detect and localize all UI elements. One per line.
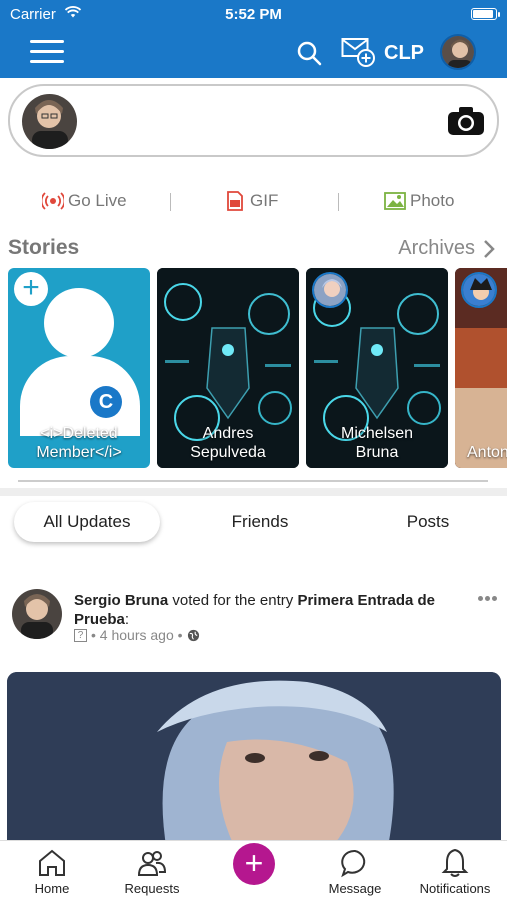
home-icon <box>39 849 65 876</box>
nav-message[interactable]: Message <box>305 847 405 896</box>
story-name-line: <i>Deleted <box>40 425 118 442</box>
photo-button[interactable]: Photo <box>384 191 454 211</box>
divider <box>18 480 488 482</box>
brand-label[interactable]: CLP <box>384 42 424 65</box>
feed-author-link[interactable]: Sergio Bruna <box>74 592 168 609</box>
story-name: Michelsen Bruna <box>306 424 448 462</box>
feed-activity-text: Sergio Bruna voted for the entry Primera… <box>74 591 454 629</box>
go-live-label: Go Live <box>68 191 127 210</box>
archives-link[interactable]: Archives <box>398 237 495 260</box>
nav-requests-label: Requests <box>124 881 180 896</box>
gif-button[interactable]: GIF <box>224 191 278 211</box>
separator <box>338 193 339 211</box>
story-name: Andres Sepulveda <box>157 424 299 462</box>
nav-message-label: Message <box>328 881 382 896</box>
go-live-button[interactable]: Go Live <box>42 191 127 211</box>
chevron-right-icon <box>484 239 495 258</box>
story-name-line: Member</i> <box>36 444 122 461</box>
tab-posts[interactable]: Posts <box>360 502 496 542</box>
menu-icon[interactable] <box>30 40 64 64</box>
top-bar: Carrier 5:52 PM CLP <box>0 0 507 78</box>
more-options-icon[interactable] <box>478 588 500 601</box>
story-name: <i>Deleted Member</i> <box>8 424 150 462</box>
section-gap <box>0 488 507 496</box>
stories-title: Stories <box>8 236 80 259</box>
nav-requests[interactable]: Requests <box>102 847 202 896</box>
separator <box>170 193 171 211</box>
feed-colon: : <box>124 611 130 628</box>
story-name-line: Andres <box>202 425 254 442</box>
feed-action-text: voted for the entry <box>168 592 298 609</box>
feed-media-image[interactable] <box>7 672 501 852</box>
feed-tabs: All Updates Friends Posts <box>0 498 507 546</box>
search-icon[interactable] <box>296 40 322 66</box>
stories-carousel[interactable]: + C <i>Deleted Member</i> Andres Sepulve… <box>8 268 507 468</box>
story-name-line: Bruna <box>355 444 399 461</box>
create-post-button[interactable]: + <box>233 843 275 885</box>
feed-media-graphic <box>7 672 501 852</box>
people-icon <box>137 851 167 876</box>
live-broadcast-icon <box>42 192 64 210</box>
feed-author-avatar[interactable] <box>12 589 62 639</box>
composer-actions: Go Live GIF Photo <box>0 187 507 219</box>
create-story-card[interactable]: + C <i>Deleted Member</i> <box>8 268 150 468</box>
chat-bubble-icon <box>341 849 366 878</box>
story-name-line: Michelsen <box>340 425 414 442</box>
user-avatar <box>22 94 77 149</box>
story-card[interactable]: Anton <box>455 268 507 468</box>
story-badge: C <box>90 386 122 418</box>
placeholder-head <box>44 288 114 358</box>
story-name-line: Sepulveda <box>190 444 266 461</box>
story-name: Anton <box>467 443 507 462</box>
tab-friends[interactable]: Friends <box>190 502 330 542</box>
gif-label: GIF <box>250 191 279 210</box>
bell-icon <box>441 848 469 877</box>
nav-home-label: Home <box>34 881 70 896</box>
story-author-avatar <box>461 272 497 308</box>
globe-icon <box>187 629 199 641</box>
compose-message-icon[interactable] <box>341 36 375 68</box>
tab-all-updates[interactable]: All Updates <box>14 502 160 542</box>
story-name-line: Anton <box>467 444 507 461</box>
profile-avatar[interactable] <box>440 34 476 70</box>
status-bar: Carrier 5:52 PM <box>0 0 507 28</box>
story-card[interactable]: Michelsen Bruna <box>306 268 448 468</box>
nav-home[interactable]: Home <box>2 847 102 896</box>
gif-file-icon <box>227 191 243 211</box>
story-card[interactable]: Andres Sepulveda <box>157 268 299 468</box>
photo-icon <box>384 192 406 210</box>
feed-time: • 4 hours ago • <box>91 627 183 643</box>
status-time: 5:52 PM <box>225 6 282 23</box>
add-story-icon[interactable]: + <box>14 272 48 306</box>
bottom-nav: Home Requests + Message Notifications <box>0 840 507 900</box>
nav-notifications-label: Notifications <box>419 881 491 896</box>
feed-meta: ? • 4 hours ago • <box>74 627 200 643</box>
archives-label: Archives <box>398 237 475 259</box>
story-author-avatar <box>312 272 348 308</box>
photo-label: Photo <box>410 191 455 210</box>
nav-notifications[interactable]: Notifications <box>405 847 505 896</box>
category-icon: ? <box>74 628 87 642</box>
camera-icon[interactable] <box>447 106 485 136</box>
battery-icon <box>471 8 500 20</box>
post-composer[interactable] <box>8 84 499 157</box>
